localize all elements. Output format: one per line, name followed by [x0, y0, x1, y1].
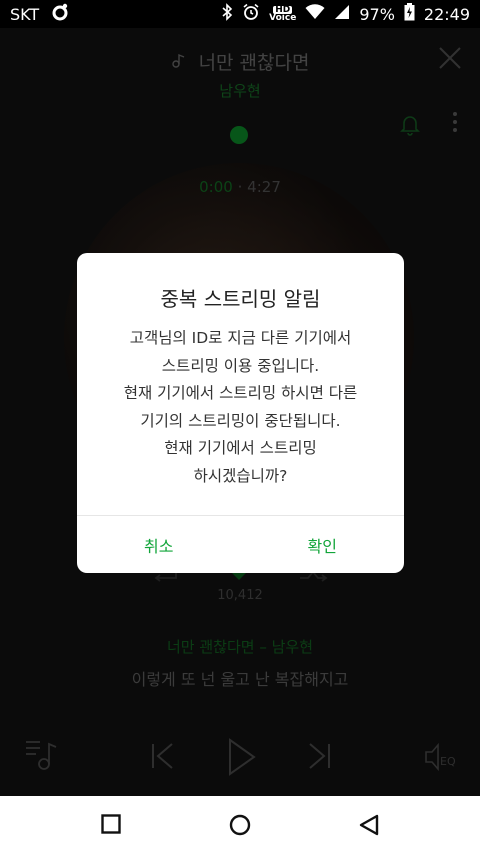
confirm-button[interactable]: 확인 [241, 516, 405, 573]
duplicate-streaming-dialog: 중복 스트리밍 알림 고객님의 ID로 지금 다른 기기에서 스트리밍 이용 중… [77, 253, 404, 573]
carrier-label: SKT [10, 4, 40, 24]
home-icon[interactable] [229, 814, 251, 840]
back-icon[interactable] [359, 814, 379, 840]
hd-voice-icon: HD Voice [269, 5, 297, 23]
clock: 22:49 [423, 4, 470, 24]
dialog-message: 고객님의 ID로 지금 다른 기기에서 스트리밍 이용 중입니다. 현재 기기에… [77, 325, 404, 490]
dialog-message-line: 현재 기기에서 스트리밍 [164, 439, 317, 457]
app-notification-icon [51, 3, 69, 25]
wifi-icon [305, 4, 325, 24]
dialog-message-line: 고객님의 ID로 지금 다른 기기에서 [129, 329, 352, 347]
status-bar: SKT HD Voice 97% 22:49 [0, 0, 480, 28]
dialog-title: 중복 스트리밍 알림 [160, 287, 321, 311]
dialog-message-line: 하시겠습니까? [193, 466, 288, 485]
system-nav-bar [0, 796, 480, 853]
battery-charging-icon [404, 3, 415, 25]
signal-icon [334, 4, 350, 24]
battery-percent: 97% [359, 4, 395, 24]
bluetooth-icon [221, 3, 233, 25]
recent-apps-icon[interactable] [101, 814, 121, 838]
dialog-message-line: 스트리밍 이용 중입니다. [161, 356, 320, 375]
dialog-message-line: 현재 기기에서 스트리밍 하시면 다른 [123, 384, 358, 402]
alarm-icon [242, 3, 260, 25]
cancel-button[interactable]: 취소 [77, 516, 241, 573]
dialog-message-line: 기기의 스트리밍이 중단됩니다. [140, 411, 341, 430]
